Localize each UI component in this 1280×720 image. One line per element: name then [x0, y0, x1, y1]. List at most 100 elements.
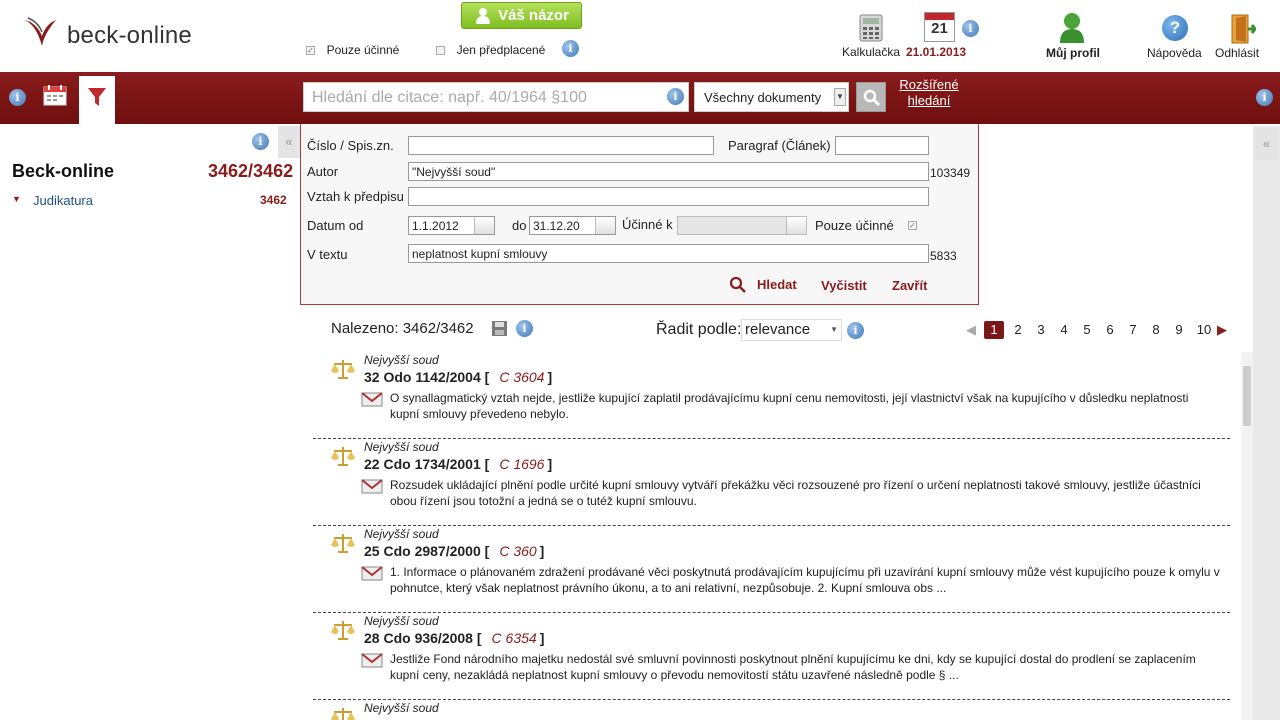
- page-10[interactable]: 10: [1193, 321, 1215, 339]
- logout-icon[interactable]: [1230, 14, 1256, 44]
- only-effective-checkbox[interactable]: ✓: [306, 46, 315, 56]
- result-item[interactable]: Nejvyšší soud 28 Cdo 936/2008 [C 6354] J…: [313, 613, 1230, 700]
- collapse-sidebar-button[interactable]: «: [278, 126, 300, 158]
- envelope-icon[interactable]: [361, 564, 383, 582]
- help-icon[interactable]: ?: [1162, 15, 1188, 41]
- results-info-icon[interactable]: i: [516, 320, 533, 337]
- page-4[interactable]: 4: [1054, 321, 1074, 339]
- scales-icon: [331, 708, 355, 720]
- results-scrollbar[interactable]: [1241, 352, 1253, 720]
- citation-search-input[interactable]: Hledání dle citace: např. 40/1964 §100: [303, 82, 689, 112]
- logout-label[interactable]: Odhlásit: [1215, 46, 1259, 60]
- page-8[interactable]: 8: [1146, 321, 1166, 339]
- profile-label[interactable]: Můj profil: [1046, 46, 1100, 60]
- close-button[interactable]: Zavřít: [892, 278, 927, 293]
- toolbar-info-icon[interactable]: i: [9, 89, 26, 106]
- result-court: Nejvyšší soud: [364, 701, 439, 715]
- result-item[interactable]: Nejvyšší soud 25 Cdo 2987/2000 [C 360] 1…: [313, 526, 1230, 613]
- result-abstract: Rozsudek ukládající plnění podle určité …: [390, 478, 1201, 508]
- envelope-icon[interactable]: [361, 651, 383, 669]
- save-icon[interactable]: [491, 320, 508, 337]
- result-item[interactable]: Nejvyšší soud: [313, 700, 1230, 720]
- relation-input[interactable]: [408, 187, 929, 206]
- date-info-icon[interactable]: i: [962, 20, 979, 37]
- search-icon[interactable]: [729, 276, 747, 294]
- date-picker-icon[interactable]: [786, 217, 806, 234]
- info-icon[interactable]: i: [562, 40, 579, 57]
- advanced-search-line1: Rozšířené: [899, 77, 959, 92]
- envelope-icon[interactable]: [361, 477, 383, 495]
- result-case-number[interactable]: 28 Cdo 936/2008 [C 6354]: [364, 630, 544, 646]
- only-subscribed-checkbox[interactable]: [436, 46, 445, 56]
- brand-name[interactable]: beck-online: [67, 22, 192, 50]
- paragraph-input[interactable]: [835, 136, 929, 155]
- scales-icon: [331, 534, 355, 553]
- calendar-tab-icon[interactable]: [43, 84, 67, 106]
- date-from-input[interactable]: 1.1.2012: [408, 216, 495, 235]
- only-subscribed-label: Jen předplacené: [456, 43, 546, 57]
- scales-icon: [331, 621, 355, 640]
- number-input[interactable]: [408, 136, 714, 155]
- only-subscribed-toggle[interactable]: Jen předplacené: [436, 42, 545, 57]
- result-abstract: O synallagmatický vztah nejde, jestliže …: [390, 391, 1189, 421]
- current-date: 21.01.2013: [906, 45, 967, 59]
- beck-logo-icon[interactable]: [22, 16, 58, 50]
- result-item[interactable]: Nejvyšší soud 32 Odo 1142/2004 [C 3604] …: [313, 352, 1230, 439]
- sidebar-item-count: 3462: [260, 193, 287, 207]
- search-info-icon[interactable]: i: [667, 88, 684, 105]
- date-picker-icon[interactable]: [595, 217, 615, 234]
- text-input[interactable]: neplatnost kupní smlouvy: [408, 244, 929, 263]
- search-button[interactable]: [856, 82, 886, 112]
- page-7[interactable]: 7: [1123, 321, 1143, 339]
- result-case-number[interactable]: 22 Cdo 1734/2001 [C 1696]: [364, 456, 552, 472]
- form-only-effective-checkbox[interactable]: ✓: [908, 221, 917, 230]
- page-6[interactable]: 6: [1100, 321, 1120, 339]
- sort-info-icon[interactable]: i: [847, 322, 864, 339]
- result-case-number[interactable]: 25 Cdo 2987/2000 [C 360]: [364, 543, 544, 559]
- author-count: 103349: [930, 166, 971, 180]
- date-picker-icon[interactable]: [474, 217, 494, 234]
- sort-select[interactable]: relevance ▼: [741, 319, 842, 341]
- sort-value: relevance: [745, 321, 811, 338]
- clear-button[interactable]: Vyčistit: [821, 278, 867, 293]
- calculator-label[interactable]: Kalkulačka: [842, 45, 900, 59]
- help-label[interactable]: Nápověda: [1147, 46, 1202, 60]
- only-effective-toggle[interactable]: ✓ Pouze účinné: [306, 42, 399, 57]
- next-page-icon[interactable]: ▶: [1217, 322, 1227, 338]
- calculator-icon[interactable]: [859, 14, 883, 42]
- result-collection-ref[interactable]: C 6354: [492, 630, 537, 646]
- page-1[interactable]: 1: [984, 321, 1004, 339]
- scales-icon: [331, 447, 355, 466]
- form-only-effective-label: Pouze účinné: [815, 218, 894, 233]
- page-5[interactable]: 5: [1077, 321, 1097, 339]
- prev-page-icon[interactable]: ◀: [966, 322, 976, 338]
- result-collection-ref[interactable]: C 1696: [499, 456, 544, 472]
- result-item[interactable]: Nejvyšší soud 22 Cdo 1734/2001 [C 1696] …: [313, 439, 1230, 526]
- feedback-button[interactable]: Váš názor: [461, 2, 582, 29]
- calendar-icon[interactable]: 21: [924, 12, 955, 42]
- envelope-icon[interactable]: [361, 390, 383, 408]
- page-2[interactable]: 2: [1008, 321, 1028, 339]
- result-collection-ref[interactable]: C 360: [499, 543, 536, 559]
- scrollbar-thumb[interactable]: [1243, 366, 1251, 426]
- filter-tab[interactable]: [79, 76, 115, 124]
- result-case-number[interactable]: 32 Odo 1142/2004 [C 3604]: [364, 369, 552, 385]
- expand-right-panel-button[interactable]: «: [1255, 128, 1278, 160]
- expand-triangle-icon[interactable]: ▼: [12, 194, 21, 204]
- form-search-button[interactable]: Hledat: [757, 277, 797, 292]
- date-to-input[interactable]: 31.12.20: [529, 216, 616, 235]
- profile-icon[interactable]: [1059, 12, 1085, 44]
- date-to-label: do: [512, 218, 527, 233]
- page-3[interactable]: 3: [1031, 321, 1051, 339]
- effective-to-input[interactable]: [677, 216, 807, 235]
- advanced-search-link[interactable]: Rozšířené hledání: [896, 77, 962, 109]
- page-9[interactable]: 9: [1169, 321, 1189, 339]
- sidebar-info-icon[interactable]: i: [252, 133, 269, 150]
- sidebar-item-judikatura[interactable]: Judikatura: [33, 193, 93, 208]
- right-info-icon[interactable]: i: [1256, 89, 1273, 106]
- document-type-select[interactable]: Všechny dokumenty ▼: [694, 82, 849, 112]
- result-collection-ref[interactable]: C 3604: [499, 369, 544, 385]
- right-panel-strip: «: [1253, 126, 1280, 720]
- author-input[interactable]: "Nejvyšší soud": [408, 162, 929, 181]
- filter-icon: [88, 88, 106, 106]
